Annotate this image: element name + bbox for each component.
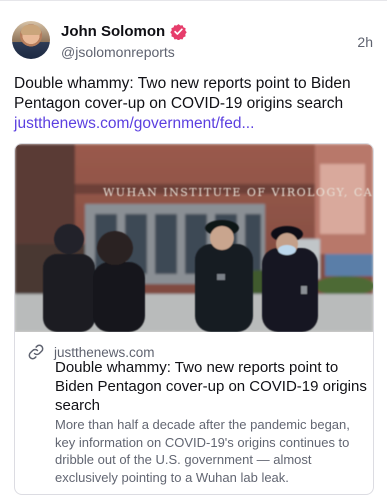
verified-badge-icon — [170, 24, 187, 40]
link-preview-card[interactable]: WUHAN INSTITUTE OF VIROLOGY, CAS justthe… — [14, 143, 374, 495]
author-avatar[interactable] — [12, 21, 50, 59]
author-handle[interactable]: @jsolomonreports — [61, 44, 175, 60]
post-text: Double whammy: Two new reports point to … — [14, 75, 351, 112]
card-image-sign: WUHAN INSTITUTE OF VIROLOGY, CAS — [103, 186, 373, 199]
author-name-row: John Solomon — [61, 23, 187, 40]
card-description: More than half a decade after the pandem… — [55, 417, 350, 485]
post: John Solomon @jsolomonreports 2h Double … — [0, 0, 387, 500]
post-link[interactable]: justthenews.com/government/fed... — [14, 114, 374, 134]
author-name[interactable]: John Solomon — [61, 23, 165, 40]
post-timestamp[interactable]: 2h — [357, 34, 373, 50]
card-title[interactable]: Double whammy: Two new reports point to … — [55, 358, 367, 415]
link-chain-icon — [28, 344, 44, 360]
post-body: Double whammy: Two new reports point to … — [14, 74, 374, 134]
card-image: WUHAN INSTITUTE OF VIROLOGY, CAS — [15, 144, 373, 332]
